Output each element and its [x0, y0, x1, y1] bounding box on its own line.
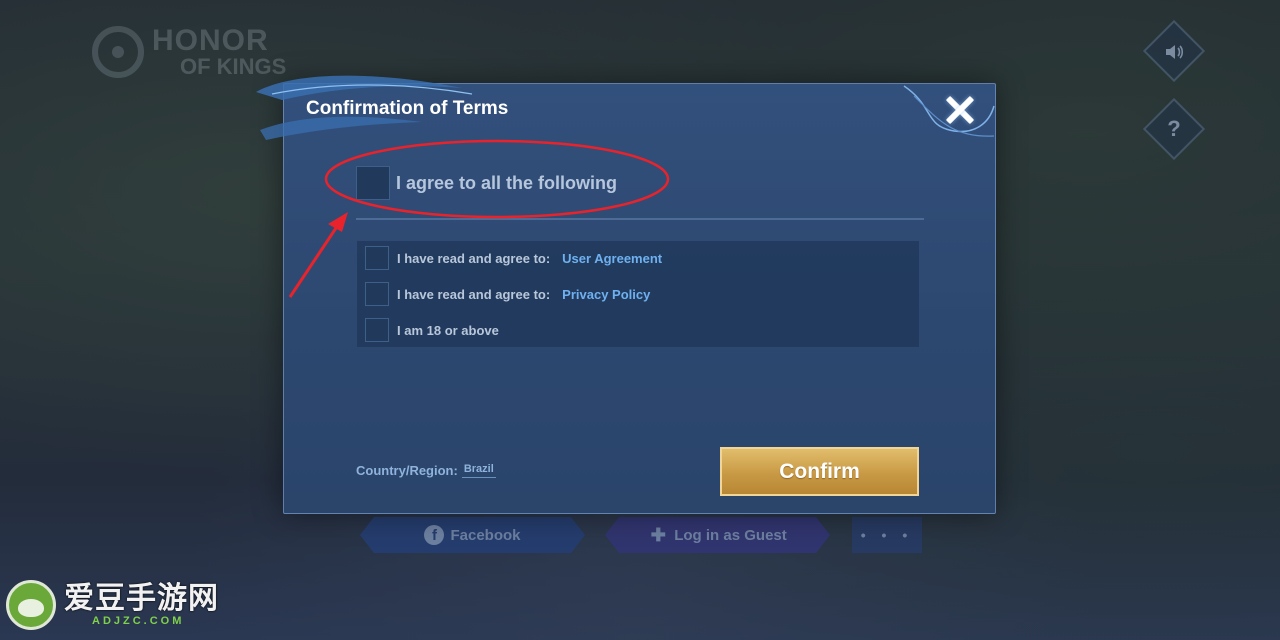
age-checkbox[interactable]: [365, 318, 389, 342]
watermark-cn: 爱豆手游网: [64, 582, 219, 615]
term-row-age[interactable]: I am 18 or above: [365, 318, 499, 342]
agree-all-row[interactable]: I agree to all the following: [356, 166, 617, 200]
dialog-title: Confirmation of Terms: [306, 98, 509, 119]
term-text: I am 18 or above: [397, 322, 499, 338]
region-selector[interactable]: Brazil: [461, 463, 496, 478]
user-agreement-checkbox[interactable]: [365, 246, 389, 270]
country-region: Country/Region: Brazil: [356, 463, 496, 478]
term-text: I have read and agree to:: [397, 250, 551, 266]
site-watermark: 爱豆手游网 ADJZC.COM: [6, 580, 219, 630]
watermark-logo-icon: [6, 580, 56, 630]
terms-list: I have read and agree to: User Agreement…: [357, 241, 919, 347]
terms-dialog: Confirmation of Terms I agree to all the…: [256, 75, 996, 514]
confirm-button[interactable]: Confirm: [720, 447, 919, 496]
confirm-label: Confirm: [779, 459, 860, 483]
agree-all-checkbox[interactable]: [356, 166, 390, 200]
agree-all-label[interactable]: I agree to all the following: [396, 173, 617, 194]
divider: [356, 218, 924, 220]
term-row-privacy-policy[interactable]: I have read and agree to: Privacy Policy: [365, 282, 650, 306]
term-row-user-agreement[interactable]: I have read and agree to: User Agreement: [365, 246, 662, 270]
close-icon[interactable]: [940, 90, 980, 130]
term-text: I have read and agree to:: [397, 286, 551, 302]
privacy-policy-link[interactable]: Privacy Policy: [562, 287, 650, 302]
privacy-policy-checkbox[interactable]: [365, 282, 389, 306]
region-label: Country/Region:: [356, 463, 458, 478]
watermark-en: ADJZC.COM: [92, 615, 185, 627]
user-agreement-link[interactable]: User Agreement: [562, 251, 662, 266]
